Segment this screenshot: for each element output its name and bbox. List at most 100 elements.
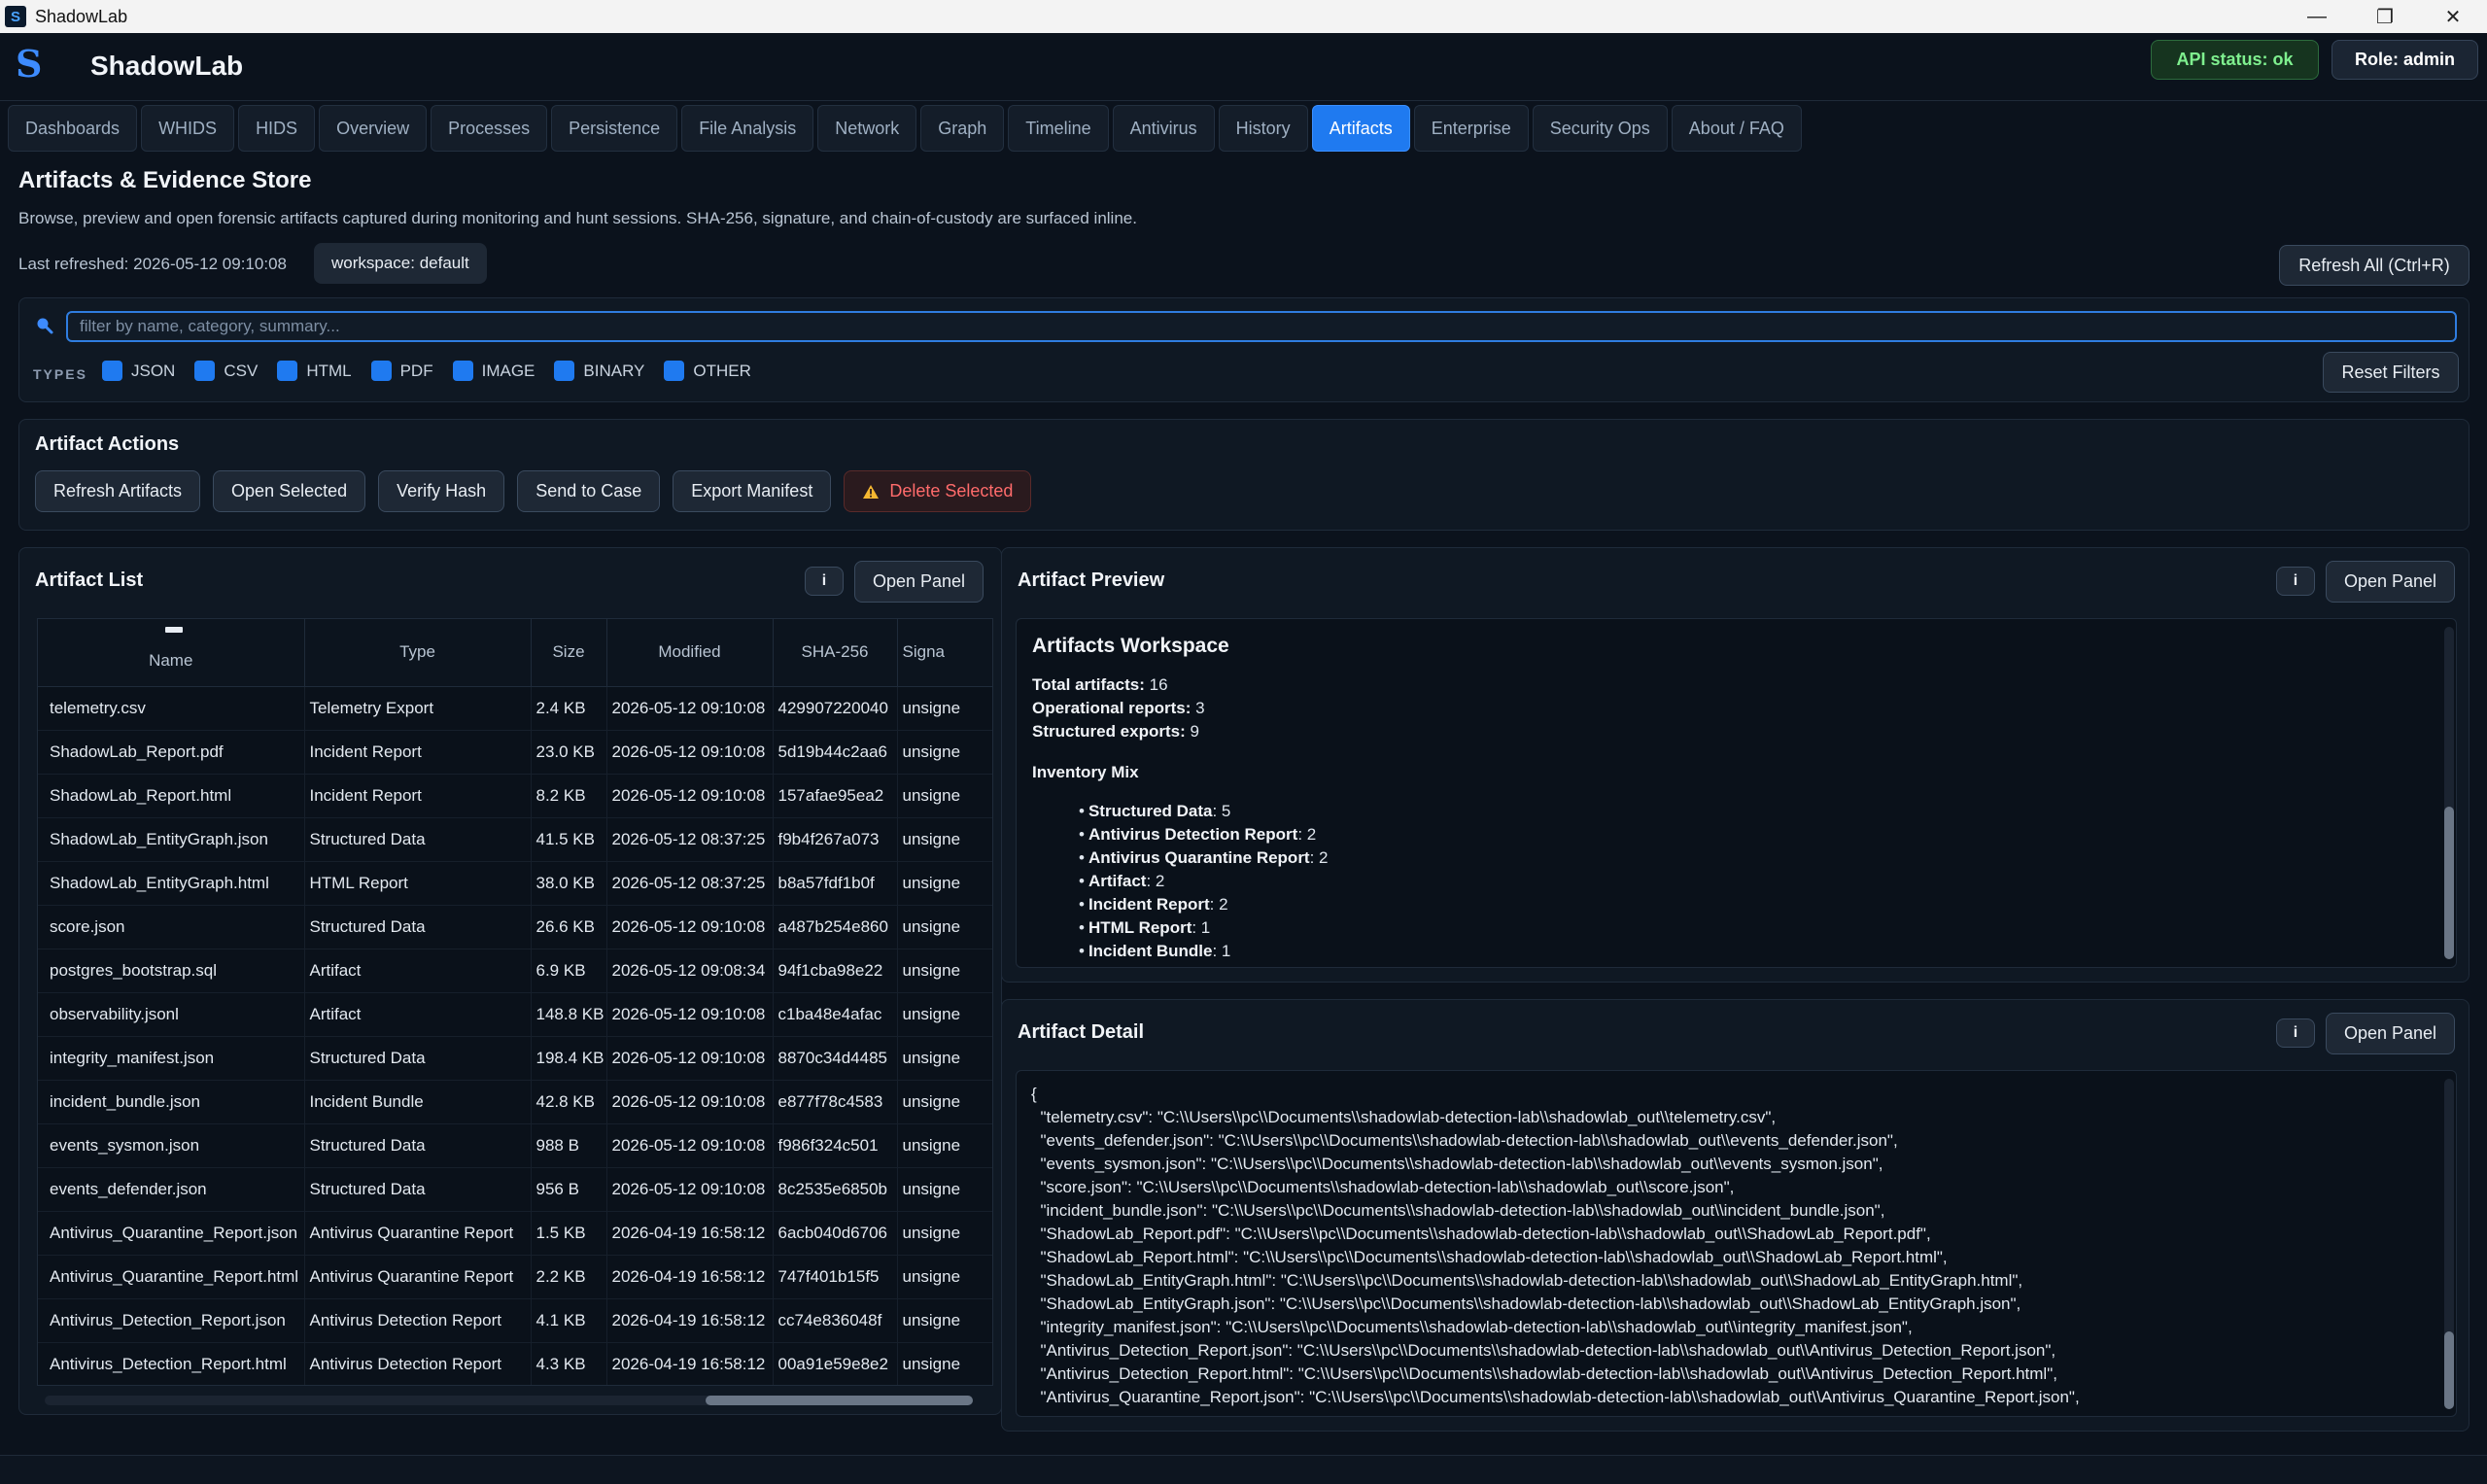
preview-scrollbar-thumb[interactable] — [2444, 807, 2454, 959]
cell-type: Antivirus Detection Report — [304, 1342, 532, 1385]
restore-icon[interactable]: ❐ — [2351, 0, 2419, 33]
api-status-badge[interactable]: API status: ok — [2151, 40, 2319, 80]
table-row[interactable]: events_sysmon.json Structured Data 988 B 20… — [38, 1123, 992, 1168]
table-horizontal-scrollbar[interactable] — [45, 1396, 973, 1405]
minimize-icon[interactable]: — — [2283, 0, 2351, 33]
type-filter-label: BINARY — [583, 361, 645, 380]
refresh-all-button[interactable]: Refresh All (Ctrl+R) — [2279, 245, 2470, 286]
window-title: ShadowLab — [35, 6, 128, 26]
tab-graph[interactable]: Graph — [920, 105, 1005, 152]
table-row[interactable]: events_defender.json Structured Data 956 B… — [38, 1167, 992, 1212]
artifact-detail-info-button[interactable]: i — [2276, 1018, 2315, 1048]
tab-timeline[interactable]: Timeline — [1008, 105, 1109, 152]
detail-scrollbar-thumb[interactable] — [2444, 1331, 2454, 1409]
checkbox-other[interactable] — [664, 361, 685, 381]
artifact-detail-open-panel-button[interactable]: Open Panel — [2326, 1013, 2455, 1054]
export-manifest-button[interactable]: Export Manifest — [673, 470, 832, 512]
table-row[interactable]: Antivirus_Detection_Report.html Antivirus… — [38, 1342, 992, 1385]
table-row[interactable]: ShadowLab_Report.pdf Incident Report 23.0 … — [38, 730, 992, 775]
type-filter-label: IMAGE — [481, 361, 535, 380]
column-header-size[interactable]: Size — [531, 619, 607, 687]
artifact-list-open-panel-button[interactable]: Open Panel — [854, 561, 984, 603]
table-row[interactable]: Antivirus_Detection_Report.json Antivirus… — [38, 1298, 992, 1343]
table-row[interactable]: ShadowLab_EntityGraph.html HTML Report 38.… — [38, 861, 992, 906]
cell-size: 42.8 KB — [531, 1080, 607, 1124]
table-row[interactable]: ShadowLab_Report.html Incident Report 8.2 … — [38, 774, 992, 818]
role-badge[interactable]: Role: admin — [2332, 40, 2478, 80]
checkbox-csv[interactable] — [194, 361, 216, 381]
checkbox-binary[interactable] — [554, 361, 575, 381]
cell-name: ShadowLab_EntityGraph.html — [38, 861, 305, 906]
artifact-preview-panel: Artifact Preview i Open Panel Artifacts … — [1001, 547, 2470, 983]
tab-security-ops[interactable]: Security Ops — [1532, 105, 1668, 152]
type-filter-csv[interactable]: CSV — [194, 361, 258, 381]
tab-artifacts[interactable]: Artifacts — [1311, 105, 1410, 152]
column-header-signature[interactable]: Signa — [897, 619, 992, 687]
cell-size: 4.1 KB — [531, 1298, 607, 1343]
tab-history[interactable]: History — [1218, 105, 1308, 152]
tab-antivirus[interactable]: Antivirus — [1112, 105, 1215, 152]
delete-selected-button[interactable]: Delete Selected — [844, 470, 1032, 512]
table-row[interactable]: Antivirus_Quarantine_Report.html Antiviru… — [38, 1255, 992, 1299]
preview-vertical-scrollbar[interactable] — [2444, 627, 2454, 959]
cell-sha256: 94f1cba98e22 — [773, 949, 898, 993]
table-row[interactable]: observability.jsonl Artifact 148.8 KB 2026-… — [38, 992, 992, 1037]
checkbox-html[interactable] — [277, 361, 298, 381]
cell-type: Incident Report — [304, 774, 532, 818]
table-row[interactable]: ShadowLab_EntityGraph.json Structured Dat… — [38, 817, 992, 862]
table-scrollbar-thumb[interactable] — [706, 1396, 973, 1405]
tab-hids[interactable]: HIDS — [238, 105, 316, 152]
table-row[interactable]: integrity_manifest.json Structured Data 19… — [38, 1036, 992, 1081]
tab-network[interactable]: Network — [817, 105, 917, 152]
tab-dashboards[interactable]: Dashboards — [8, 105, 138, 152]
column-header-name[interactable]: Name — [38, 619, 305, 687]
artifact-list-info-button[interactable]: i — [805, 567, 844, 596]
column-header-type[interactable]: Type — [304, 619, 532, 687]
close-icon[interactable]: ✕ — [2419, 0, 2487, 33]
type-filter-other[interactable]: OTHER — [664, 361, 751, 381]
cell-sha256: 00a91e59e8e2 — [773, 1342, 898, 1385]
tab-processes[interactable]: Processes — [431, 105, 548, 152]
artifact-preview-title: Artifact Preview — [1018, 569, 1165, 591]
cell-type: Antivirus Quarantine Report — [304, 1211, 532, 1256]
table-row[interactable]: Antivirus_Quarantine_Report.json Antiviru… — [38, 1211, 992, 1256]
checkbox-image[interactable] — [452, 361, 473, 381]
artifact-detail-content[interactable]: { "telemetry.csv": "C:\\Users\\pc\\Docum… — [1016, 1070, 2457, 1417]
table-row[interactable]: incident_bundle.json Incident Bundle 42.8 … — [38, 1080, 992, 1124]
tab-persistence[interactable]: Persistence — [551, 105, 678, 152]
tab-file-analysis[interactable]: File Analysis — [681, 105, 814, 152]
workspace-badge[interactable]: workspace: default — [314, 243, 487, 284]
type-filter-json[interactable]: JSON — [102, 361, 175, 381]
send-to-case-button[interactable]: Send to Case — [517, 470, 661, 512]
table-row[interactable]: postgres_bootstrap.sql Artifact 6.9 KB 2026… — [38, 949, 992, 993]
tab-whids[interactable]: WHIDS — [141, 105, 235, 152]
type-filter-image[interactable]: IMAGE — [452, 361, 535, 381]
detail-vertical-scrollbar[interactable] — [2444, 1079, 2454, 1409]
verify-hash-button[interactable]: Verify Hash — [378, 470, 505, 512]
cell-modified: 2026-05-12 09:08:34 — [606, 949, 774, 993]
refresh-artifacts-button[interactable]: Refresh Artifacts — [35, 470, 201, 512]
cell-sha256: c1ba48e4afac — [773, 992, 898, 1037]
cell-sha256: b8a57fdf1b0f — [773, 861, 898, 906]
reset-filters-button[interactable]: Reset Filters — [2323, 352, 2459, 393]
open-selected-button[interactable]: Open Selected — [213, 470, 366, 512]
artifact-preview-info-button[interactable]: i — [2276, 567, 2315, 596]
checkbox-pdf[interactable] — [370, 361, 392, 381]
search-input[interactable] — [66, 311, 2457, 342]
tab-overview[interactable]: Overview — [319, 105, 428, 152]
filter-panel: TYPES JSON CSV HTML PDF IMAGE BINARY OTHER Res… — [18, 297, 2470, 402]
table-row[interactable]: score.json Structured Data 26.6 KB 2026-05-… — [38, 905, 992, 949]
preview-heading: Artifacts Workspace — [1032, 635, 1229, 657]
column-header-sha256[interactable]: SHA-256 — [773, 619, 898, 687]
cell-name: observability.jsonl — [38, 992, 305, 1037]
tab-enterprise[interactable]: Enterprise — [1413, 105, 1529, 152]
artifact-table: Name Type Size Modified SHA-256 Signa te… — [38, 619, 992, 1385]
table-row[interactable]: telemetry.csv Telemetry Export 2.4 KB 2026-… — [38, 686, 992, 731]
type-filter-html[interactable]: HTML — [277, 361, 352, 381]
tab-about-faq[interactable]: About / FAQ — [1671, 105, 1802, 152]
checkbox-json[interactable] — [102, 361, 122, 381]
artifact-preview-open-panel-button[interactable]: Open Panel — [2326, 561, 2455, 603]
type-filter-binary[interactable]: BINARY — [554, 361, 644, 381]
type-filter-pdf[interactable]: PDF — [370, 361, 433, 381]
column-header-modified[interactable]: Modified — [606, 619, 774, 687]
